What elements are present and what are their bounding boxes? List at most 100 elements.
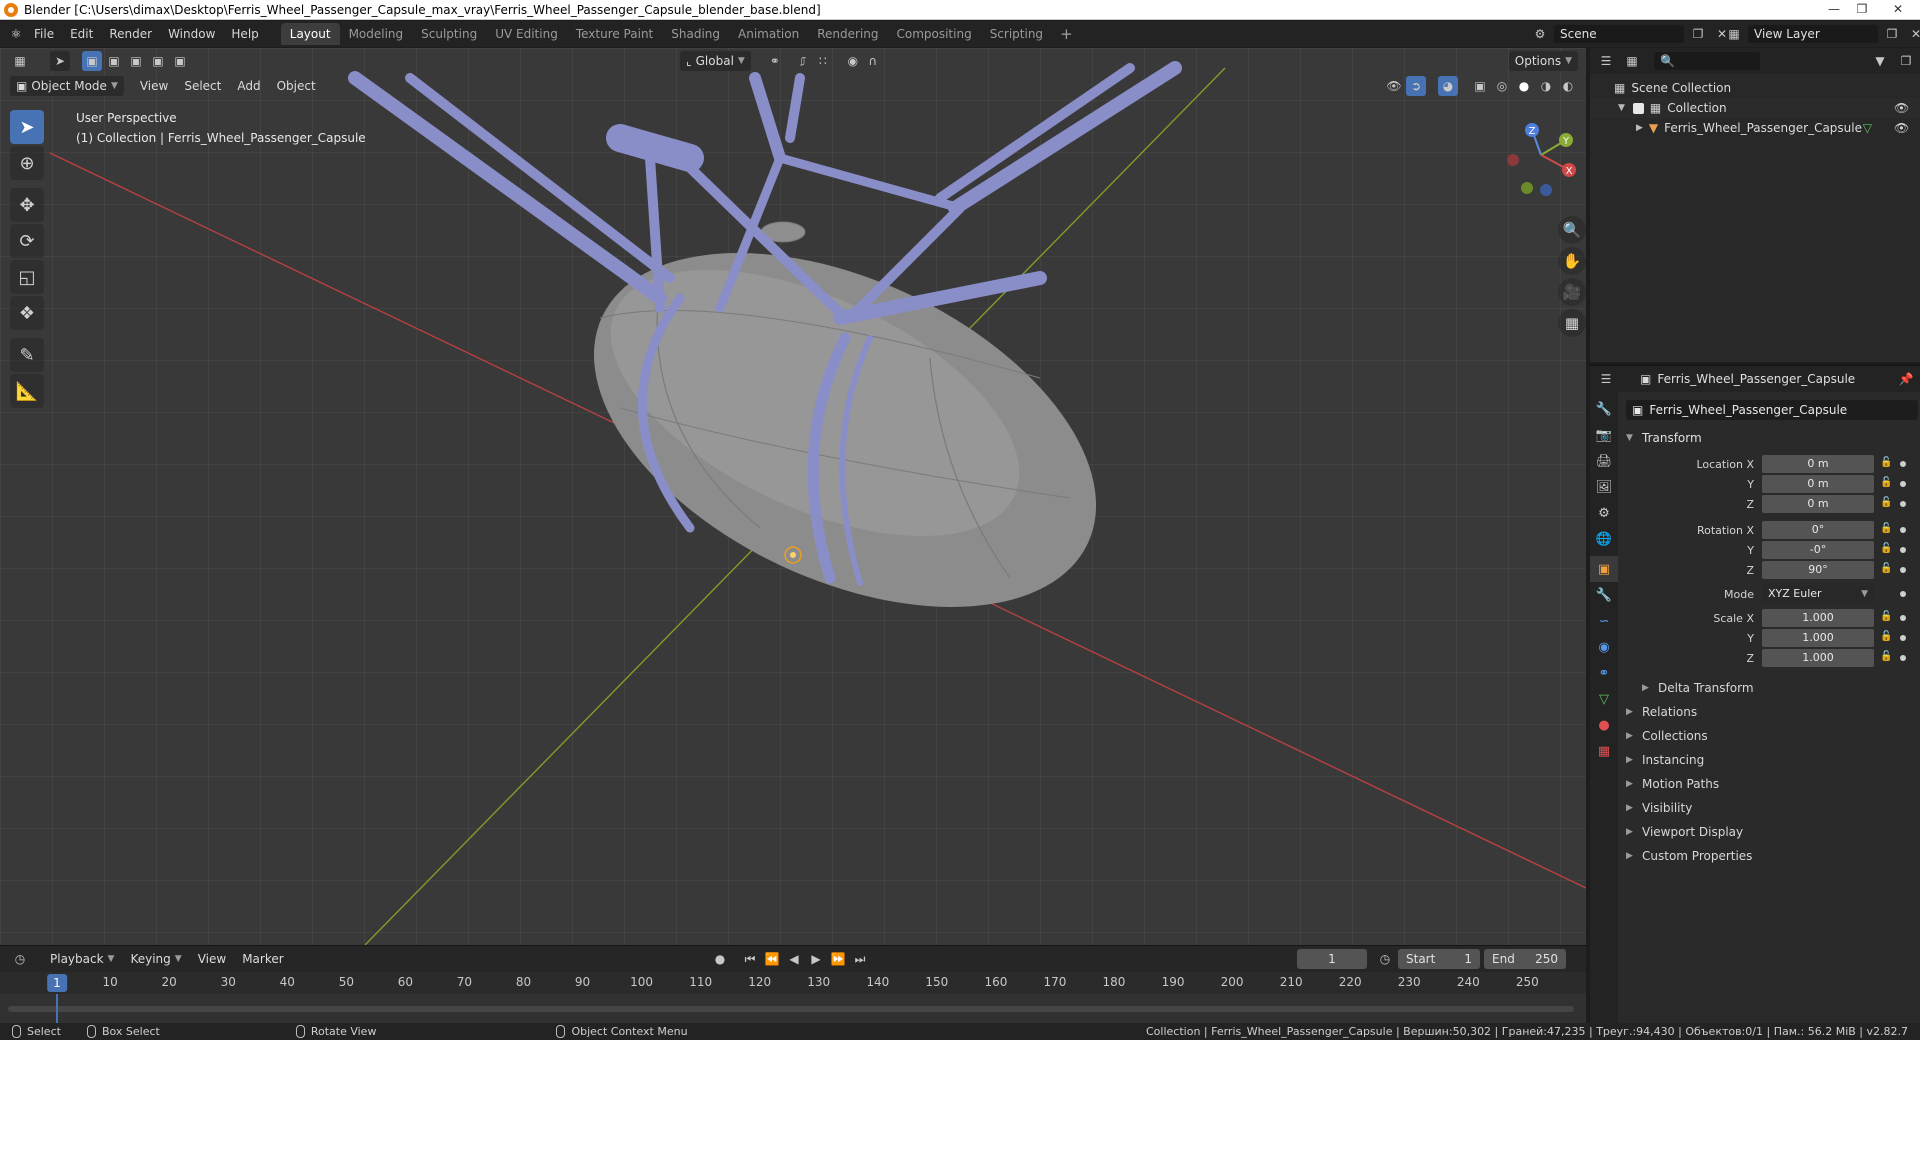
object-name-field[interactable]: ▣ Ferris_Wheel_Passenger_Capsule [1626, 400, 1918, 420]
wireframe-shading-icon[interactable]: ◎ [1492, 76, 1512, 96]
play-icon[interactable]: ▶ [806, 949, 826, 969]
checkbox-icon[interactable] [1632, 102, 1644, 114]
tab-animation[interactable]: Animation [729, 23, 808, 45]
record-icon[interactable]: ● [710, 949, 730, 969]
tool-tab-icon[interactable]: 🔧 [1590, 396, 1618, 422]
new-view-layer-icon[interactable]: ❐ [1882, 24, 1902, 44]
material-shading-icon[interactable]: ◑ [1536, 76, 1556, 96]
falloff-icon[interactable]: ∩ [863, 51, 883, 71]
3d-viewport[interactable]: ▦ ➤ ▣ ▣ ▣ ▣ ▣ ⌞ Global ▼ ⚭ ⎎ ∷ ◉ ∩ Optio… [0, 48, 1586, 945]
frame-ruler[interactable]: 10 20 30 40 50 60 70 80 90 100 110 120 130 140 150 160 1… [0, 972, 1586, 994]
view-layer-tab-icon[interactable]: 🖼 [1590, 474, 1618, 500]
timeline-menu-marker[interactable]: Marker [234, 952, 291, 966]
eye-icon[interactable]: 👁 [1894, 101, 1909, 115]
timeline-scrollbar[interactable] [8, 1006, 1574, 1012]
lock-icon[interactable]: 🔓 [1880, 563, 1894, 577]
editor-type-icon[interactable]: ▦ [10, 51, 30, 71]
options-dropdown[interactable]: Options ▼ [1508, 51, 1578, 71]
expand-icon[interactable]: ▼ [1618, 103, 1625, 113]
lock-icon[interactable]: 🔓 [1880, 611, 1894, 625]
select-subtract-icon[interactable]: ▣ [126, 51, 146, 71]
panel-visibility[interactable]: ▶ Visibility [1622, 796, 1918, 820]
camera-view-icon[interactable]: 🎥 [1558, 278, 1586, 306]
menu-window[interactable]: Window [160, 23, 223, 45]
panel-custom-properties[interactable]: ▶ Custom Properties [1622, 844, 1918, 868]
view-layer-field[interactable]: View Layer [1748, 25, 1878, 43]
rendered-shading-icon[interactable]: ◐ [1558, 76, 1578, 96]
next-keyframe-icon[interactable]: ⏩ [828, 949, 848, 969]
keyframe-track[interactable] [0, 994, 1586, 1024]
keyframe-dot-icon[interactable] [1900, 635, 1906, 641]
keyframe-dot-icon[interactable] [1900, 655, 1906, 661]
delta-transform-panel[interactable]: ▶ Delta Transform [1622, 676, 1918, 700]
keyframe-dot-icon[interactable] [1900, 567, 1906, 573]
visibility-icon[interactable]: 👁 [1384, 76, 1404, 96]
delete-view-layer-icon[interactable]: ✕ [1906, 24, 1920, 44]
physics-tab-icon[interactable]: ◉ [1590, 634, 1618, 660]
lock-icon[interactable]: 🔓 [1880, 631, 1894, 645]
panel-instancing[interactable]: ▶ Instancing [1622, 748, 1918, 772]
solid-shading-icon[interactable]: ● [1514, 76, 1534, 96]
keyframe-dot-icon[interactable] [1900, 591, 1906, 597]
tab-texture-paint[interactable]: Texture Paint [567, 23, 662, 45]
minimize-icon[interactable]: — [1820, 0, 1848, 18]
outliner-item-object[interactable]: ▶ ▼ Ferris_Wheel_Passenger_Capsule ▽ 👁 [1590, 118, 1920, 138]
proportional-edit-icon[interactable]: ◉ [843, 51, 863, 71]
viewport-menu-select[interactable]: Select [176, 79, 229, 93]
lock-icon[interactable]: 🔓 [1880, 651, 1894, 665]
panel-viewport-display[interactable]: ▶ Viewport Display [1622, 820, 1918, 844]
transform-tool-icon[interactable]: ❖ [10, 296, 44, 330]
tab-modeling[interactable]: Modeling [340, 23, 413, 45]
panel-collections[interactable]: ▶ Collections [1622, 724, 1918, 748]
display-mode-icon[interactable]: ▦ [1622, 51, 1642, 71]
jump-end-icon[interactable]: ⏭ [850, 949, 870, 969]
world-tab-icon[interactable]: 🌐 [1590, 526, 1618, 552]
outliner-search-input[interactable]: 🔍 [1654, 52, 1760, 70]
annotate-tool-icon[interactable]: ✎ [10, 338, 44, 372]
scale-tool-icon[interactable]: ◱ [10, 260, 44, 294]
scale-x-field[interactable]: 1.000 [1762, 609, 1874, 627]
mesh-data-tab-icon[interactable]: ▽ [1590, 686, 1618, 712]
select-extend-icon[interactable]: ▣ [104, 51, 124, 71]
timeline-editor-icon[interactable]: ◷ [10, 949, 30, 969]
menu-file[interactable]: File [26, 23, 62, 45]
current-frame-indicator[interactable]: 1 [47, 974, 67, 992]
view-layer-icon[interactable]: ▦ [1724, 24, 1744, 44]
keyframe-dot-icon[interactable] [1900, 501, 1906, 507]
rotate-tool-icon[interactable]: ⟳ [10, 224, 44, 258]
select-intersect-icon[interactable]: ▣ [170, 51, 190, 71]
select-invert-icon[interactable]: ▣ [148, 51, 168, 71]
viewport-menu-object[interactable]: Object [269, 79, 324, 93]
rotation-z-field[interactable]: 90° [1762, 561, 1874, 579]
keyframe-dot-icon[interactable] [1900, 527, 1906, 533]
keyframe-dot-icon[interactable] [1900, 615, 1906, 621]
particles-tab-icon[interactable]: ∽ [1590, 608, 1618, 634]
pivot-icon[interactable]: ⚭ [765, 51, 785, 71]
ortho-grid-icon[interactable]: ▦ [1558, 309, 1586, 337]
move-tool-icon[interactable]: ✥ [10, 188, 44, 222]
lock-icon[interactable]: 🔓 [1880, 523, 1894, 537]
overlay-toggle-icon[interactable]: ◕ [1438, 76, 1458, 96]
expand-icon[interactable]: ▶ [1636, 123, 1643, 133]
end-frame-field[interactable]: End 250 [1484, 949, 1566, 969]
tab-sculpting[interactable]: Sculpting [412, 23, 486, 45]
viewport-menu-view[interactable]: View [132, 79, 176, 93]
pin-icon[interactable]: 📌 [1896, 369, 1916, 389]
output-tab-icon[interactable]: 🖨 [1590, 448, 1618, 474]
eye-icon[interactable]: 👁 [1894, 121, 1909, 135]
scale-z-field[interactable]: 1.000 [1762, 649, 1874, 667]
tab-layout[interactable]: Layout [280, 23, 340, 45]
menu-render[interactable]: Render [101, 23, 160, 45]
render-tab-icon[interactable]: 📷 [1590, 422, 1618, 448]
rotation-x-field[interactable]: 0° [1762, 521, 1874, 539]
outliner-item-collection[interactable]: ▼ ▦ Collection 👁 [1590, 98, 1920, 118]
orientation-dropdown[interactable]: ⌞ Global ▼ [680, 51, 751, 71]
start-frame-field[interactable]: Start 1 [1398, 949, 1480, 969]
properties-editor-icon[interactable]: ☰ [1596, 369, 1616, 389]
snap-target-icon[interactable]: ∷ [813, 51, 833, 71]
lock-icon[interactable]: 🔓 [1880, 457, 1894, 471]
prev-keyframe-icon[interactable]: ⏪ [762, 949, 782, 969]
viewport-menu-add[interactable]: Add [229, 79, 268, 93]
keyframe-dot-icon[interactable] [1900, 461, 1906, 467]
menu-help[interactable]: Help [223, 23, 266, 45]
